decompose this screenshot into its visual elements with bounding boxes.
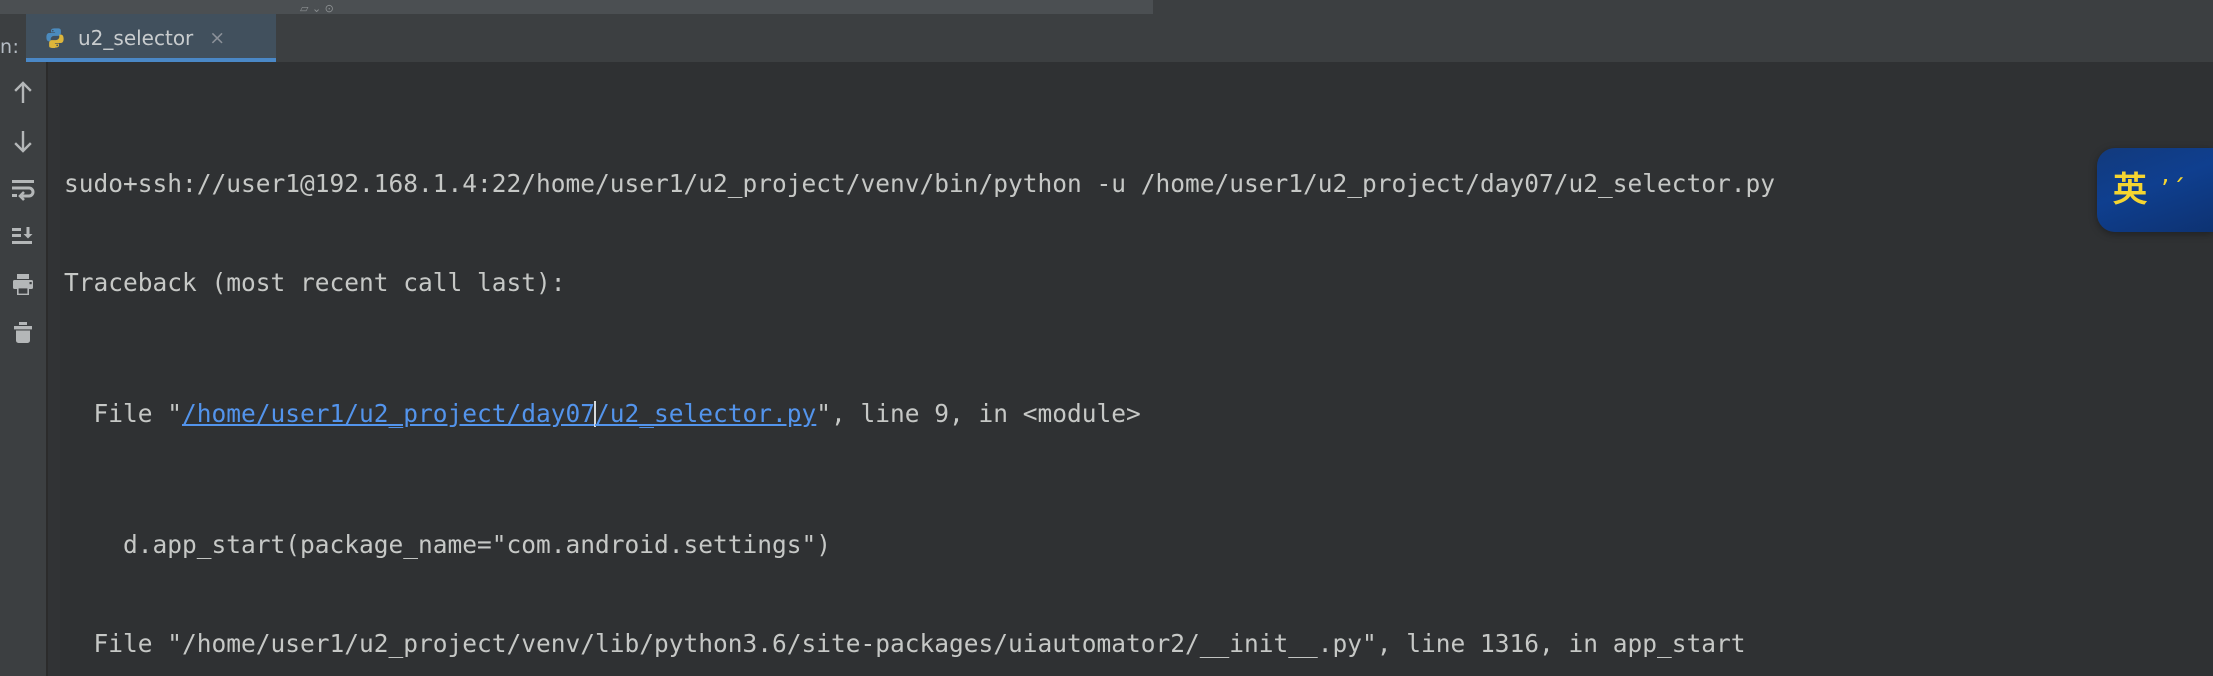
file-path-link[interactable]: /home/user1/u2_project/day07 <box>182 399 595 428</box>
down-arrow-icon[interactable] <box>6 124 40 158</box>
run-console[interactable]: sudo+ssh://user1@192.168.1.4:22/home/use… <box>60 62 2213 676</box>
tab-u2-selector[interactable]: u2_selector × <box>26 14 276 62</box>
trash-icon[interactable] <box>6 316 40 350</box>
up-arrow-icon[interactable] <box>6 76 40 110</box>
file-name-link[interactable]: /u2_selector.py <box>595 399 816 428</box>
console-output: sudo+ssh://user1@192.168.1.4:22/home/use… <box>64 70 1775 676</box>
console-line-prefix: File " <box>64 398 183 428</box>
console-gutter <box>48 62 60 676</box>
ime-mode-char: 英 <box>2113 170 2147 210</box>
window-top-strip-right <box>1153 0 2213 14</box>
console-line: File "/home/user1/u2_project/venv/lib/py… <box>64 628 1746 658</box>
run-tool-window-tabbar: n: <box>0 14 2213 62</box>
python-file-icon <box>44 27 66 49</box>
soft-wrap-icon[interactable] <box>6 172 40 206</box>
close-icon[interactable]: × <box>209 27 225 49</box>
console-line: Traceback (most recent call last): <box>64 267 566 297</box>
console-line: sudo+ssh://user1@192.168.1.4:22/home/use… <box>64 169 1776 199</box>
window-top-strip-glyphs: ▱ ⌄ ⊙ <box>300 2 334 14</box>
console-line-suffix: ", line 9, in <module> <box>816 398 1141 428</box>
console-line: d.app_start(package_name="com.android.se… <box>64 530 832 560</box>
tab-label: u2_selector <box>78 26 194 50</box>
ime-indicator-badge[interactable]: 英 ’΄ <box>2097 148 2213 232</box>
print-icon[interactable] <box>6 268 40 302</box>
console-toolbar <box>0 62 46 676</box>
ime-dots-icon: ’΄ <box>2161 175 2189 205</box>
console-line-with-link: File "/home/user1/u2_project/day07/u2_se… <box>64 398 1775 431</box>
run-tool-window-label: n: <box>0 36 20 58</box>
scroll-to-end-icon[interactable] <box>6 220 40 254</box>
